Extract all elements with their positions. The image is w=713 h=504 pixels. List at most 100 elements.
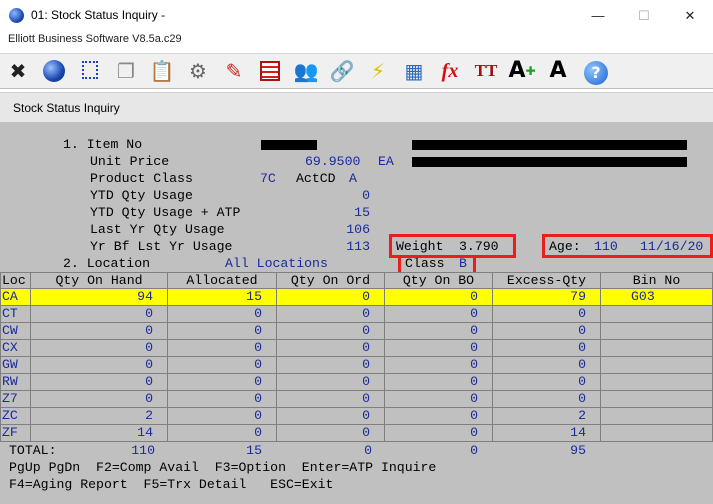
link-icon[interactable]: 🔗 bbox=[328, 57, 356, 85]
app-version: Elliott Business Software V8.5a.c29 bbox=[8, 33, 182, 45]
item-no-redaction bbox=[261, 140, 317, 150]
unit-price-value: 69.9500 bbox=[305, 154, 361, 169]
table-row[interactable]: RW 0 0 0 0 0 bbox=[0, 374, 713, 391]
loc-cell: CW bbox=[0, 323, 30, 340]
on-hand-cell: 0 bbox=[30, 391, 167, 408]
window-title: 01: Stock Status Inquiry - bbox=[31, 8, 166, 22]
excess-cell: 14 bbox=[492, 425, 600, 442]
on-bo-cell: 0 bbox=[384, 340, 492, 357]
settings-icon[interactable]: ⚙ bbox=[184, 57, 212, 85]
item-no-label: 1. Item No bbox=[63, 137, 143, 152]
actcd-label: ActCD bbox=[296, 171, 336, 186]
allocated-cell: 0 bbox=[167, 340, 276, 357]
help-icon[interactable]: ? bbox=[582, 57, 610, 85]
allocated-cell: 0 bbox=[167, 391, 276, 408]
allocated-cell: 0 bbox=[167, 408, 276, 425]
pad-icon[interactable]: ▦ bbox=[400, 57, 428, 85]
ytd-usage-value: 0 bbox=[362, 188, 370, 203]
on-bo-cell: 0 bbox=[384, 357, 492, 374]
bin-cell: G03 bbox=[600, 289, 713, 306]
age-highlight-box bbox=[542, 234, 713, 258]
header-bin-no: Bin No bbox=[600, 272, 713, 289]
on-hand-cell: 0 bbox=[30, 340, 167, 357]
close-x-icon[interactable]: ✖ bbox=[4, 57, 32, 85]
on-bo-cell: 0 bbox=[384, 425, 492, 442]
on-ord-cell: 0 bbox=[276, 306, 384, 323]
allocated-cell: 15 bbox=[167, 289, 276, 306]
select-box-icon[interactable] bbox=[76, 57, 104, 85]
lightning-icon[interactable]: ⚡ bbox=[364, 57, 392, 85]
panel-title: Stock Status Inquiry bbox=[13, 101, 120, 115]
app-icon bbox=[9, 8, 24, 23]
table-row[interactable]: CW 0 0 0 0 0 bbox=[0, 323, 713, 340]
on-bo-cell: 0 bbox=[384, 323, 492, 340]
bin-cell bbox=[600, 357, 713, 374]
users-icon[interactable]: 👥 bbox=[292, 57, 320, 85]
totals-row: TOTAL: 110 15 0 0 95 bbox=[0, 442, 706, 459]
excess-cell: 0 bbox=[492, 374, 600, 391]
totals-on-bo: 0 bbox=[470, 443, 478, 458]
grid-header: Loc Qty On Hand Allocated Qty On Ord Qty… bbox=[0, 272, 713, 289]
on-hand-cell: 14 bbox=[30, 425, 167, 442]
maximize-button[interactable]: ☐ bbox=[621, 0, 667, 31]
table-icon[interactable] bbox=[256, 57, 284, 85]
title-bar: 01: Stock Status Inquiry - — ☐ ✕ bbox=[0, 0, 713, 31]
excess-cell: 79 bbox=[492, 289, 600, 306]
loc-cell: CT bbox=[0, 306, 30, 323]
inquiry-screen: 1. Item No Unit Price 69.9500 EA Product… bbox=[0, 122, 713, 504]
item-desc2-redaction bbox=[412, 157, 687, 167]
on-bo-cell: 0 bbox=[384, 289, 492, 306]
product-class-label: Product Class bbox=[90, 171, 193, 186]
font-smaller-label: A bbox=[549, 58, 567, 83]
font-larger-icon[interactable]: A✚ bbox=[508, 57, 536, 85]
hint-line-1: PgUp PgDn F2=Comp Avail F3=Option Enter=… bbox=[9, 460, 437, 475]
table-row[interactable]: Z7 0 0 0 0 0 bbox=[0, 391, 713, 408]
ytd-usage-atp-value: 15 bbox=[354, 205, 370, 220]
copy-icon[interactable]: ❐ bbox=[112, 57, 140, 85]
table-row[interactable]: CA 94 15 0 0 79 G03 bbox=[0, 289, 713, 306]
on-ord-cell: 0 bbox=[276, 408, 384, 425]
bin-cell bbox=[600, 391, 713, 408]
unit-price-label: Unit Price bbox=[90, 154, 170, 169]
location-label: 2. Location bbox=[63, 256, 151, 271]
table-row[interactable]: ZF 14 0 0 0 14 bbox=[0, 425, 713, 442]
globe-icon[interactable] bbox=[40, 57, 68, 85]
header-excess-qty: Excess-Qty bbox=[492, 272, 600, 289]
on-bo-cell: 0 bbox=[384, 408, 492, 425]
hint-line-2: F4=Aging Report F5=Trx Detail ESC=Exit bbox=[9, 477, 334, 492]
bin-cell bbox=[600, 340, 713, 357]
loc-cell: RW bbox=[0, 374, 30, 391]
on-bo-cell: 0 bbox=[384, 374, 492, 391]
allocated-cell: 0 bbox=[167, 357, 276, 374]
header-qty-on-ord: Qty On Ord bbox=[276, 272, 384, 289]
actcd-value: A bbox=[349, 171, 357, 186]
function-icon[interactable]: fx bbox=[436, 57, 464, 85]
font-icon[interactable]: TT bbox=[472, 57, 500, 85]
table-row[interactable]: CT 0 0 0 0 0 bbox=[0, 306, 713, 323]
allocated-cell: 0 bbox=[167, 306, 276, 323]
on-bo-cell: 0 bbox=[384, 306, 492, 323]
table-row[interactable]: ZC 2 0 0 0 2 bbox=[0, 408, 713, 425]
header-qty-on-hand: Qty On Hand bbox=[30, 272, 167, 289]
minimize-button[interactable]: — bbox=[575, 0, 621, 31]
bin-cell bbox=[600, 408, 713, 425]
font-larger-label: A bbox=[508, 58, 526, 83]
ytd-usage-atp-label: YTD Qty Usage + ATP bbox=[90, 205, 241, 220]
totals-on-ord: 0 bbox=[364, 443, 372, 458]
table-row[interactable]: CX 0 0 0 0 0 bbox=[0, 340, 713, 357]
totals-allocated: 15 bbox=[246, 443, 262, 458]
on-hand-cell: 0 bbox=[30, 323, 167, 340]
help-label: ? bbox=[584, 61, 608, 85]
last-yr-usage-label: Last Yr Qty Usage bbox=[90, 222, 225, 237]
edit-icon[interactable]: ✎ bbox=[220, 57, 248, 85]
excess-cell: 0 bbox=[492, 306, 600, 323]
close-button[interactable]: ✕ bbox=[667, 0, 713, 31]
bin-cell bbox=[600, 323, 713, 340]
paste-icon[interactable]: 📋 bbox=[148, 57, 176, 85]
excess-cell: 0 bbox=[492, 357, 600, 374]
panel-header: Stock Status Inquiry bbox=[0, 92, 713, 122]
table-row[interactable]: GW 0 0 0 0 0 bbox=[0, 357, 713, 374]
font-smaller-icon[interactable]: A— bbox=[544, 57, 572, 106]
location-value[interactable]: All Locations bbox=[225, 255, 328, 272]
on-hand-cell: 2 bbox=[30, 408, 167, 425]
